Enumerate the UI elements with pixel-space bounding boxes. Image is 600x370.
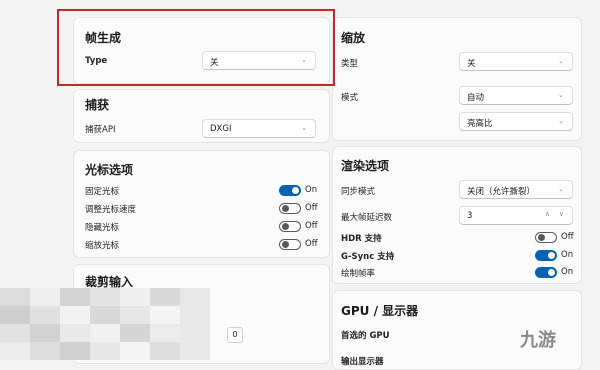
render-draw-label: 绘制帧率 (341, 269, 376, 279)
render-maxframes-label: 最大帧延迟数 (341, 213, 393, 223)
scaling-mode-value-2: 亮高比 (467, 119, 493, 129)
highlight-frame (57, 9, 335, 86)
capture-api-label: 捕获API (85, 125, 116, 135)
render-maxframes-value: 3 (467, 211, 473, 221)
cursor-item-label: 调整光标速度 (85, 205, 137, 215)
scaling-type-label: 类型 (341, 59, 359, 69)
capture-card: 捕获 捕获API DXGI ⌄ (73, 89, 330, 143)
render-gsync-label: G-Sync 支持 (341, 252, 395, 262)
toggle-knob (282, 223, 289, 230)
gpu-title: GPU / 显示器 (341, 304, 419, 318)
scaling-type-value: 关 (467, 59, 476, 69)
scaling-mode-select[interactable]: 自动 ⌄ (459, 86, 573, 105)
scaling-mode-label: 模式 (341, 93, 359, 103)
chevron-down-icon: ⌄ (558, 185, 564, 193)
capture-title: 捕获 (85, 98, 110, 112)
toggle-knob (292, 187, 299, 194)
render-hdr-toggle[interactable] (535, 232, 557, 243)
scaling-mode-value: 自动 (467, 93, 485, 103)
render-title: 渲染选项 (341, 159, 390, 173)
scaling-mode-select-2[interactable]: 亮高比 ⌄ (459, 112, 573, 131)
render-hdr-state: Off (561, 232, 574, 242)
cursor-card: 光标选项 固定光标 On 调整光标速度 Off 隐藏光标 Off 缩放光标 Of… (73, 150, 330, 258)
spin-up-icon[interactable]: ∧ (545, 210, 550, 218)
render-gsync-state: On (561, 250, 574, 260)
render-vsync-value: 关闭（允许撕裂） (467, 187, 536, 197)
toggle-knob (548, 269, 555, 276)
cursor-toggle-speed[interactable] (279, 203, 301, 214)
chevron-down-icon: ⌄ (558, 57, 564, 65)
crop-input-2[interactable]: 0 (227, 327, 243, 343)
scaling-type-select[interactable]: 关 ⌄ (459, 52, 573, 71)
cursor-toggle-state: Off (305, 239, 318, 249)
cursor-toggle-state: Off (305, 221, 318, 231)
gpu-output-label: 输出显示器 (341, 357, 384, 367)
render-hdr-label: HDR 支持 (341, 234, 382, 244)
render-draw-state: On (561, 267, 574, 277)
scaling-title: 缩放 (341, 31, 366, 45)
toggle-knob (538, 234, 545, 241)
render-gsync-toggle[interactable] (535, 250, 557, 261)
capture-api-value: DXGI (210, 124, 232, 134)
cursor-item-label: 隐藏光标 (85, 223, 120, 233)
render-maxframes-input[interactable]: 3 ∧ ∨ (459, 206, 573, 225)
render-vsync-select[interactable]: 关闭（允许撕裂） ⌄ (459, 180, 573, 199)
cursor-item-label: 缩放光标 (85, 241, 120, 251)
toggle-knob (282, 205, 289, 212)
scaling-card: 缩放 类型 关 ⌄ 模式 自动 ⌄ 亮高比 ⌄ (332, 17, 582, 141)
capture-api-select[interactable]: DXGI ⌄ (202, 119, 316, 138)
cursor-toggle-hide[interactable] (279, 221, 301, 232)
chevron-down-icon: ⌄ (558, 117, 564, 125)
gpu-preferred-label: 首选的 GPU (341, 331, 390, 341)
cursor-toggle-fixed[interactable] (279, 185, 301, 196)
render-card: 渲染选项 同步模式 关闭（允许撕裂） ⌄ 最大帧延迟数 3 ∧ ∨ HDR 支持… (332, 146, 582, 284)
cursor-title: 光标选项 (85, 163, 134, 177)
cursor-item-label: 固定光标 (85, 187, 120, 197)
chevron-down-icon: ⌄ (301, 124, 307, 132)
cursor-toggle-scale[interactable] (279, 239, 301, 250)
spin-down-icon[interactable]: ∨ (559, 210, 564, 218)
chevron-down-icon: ⌄ (558, 91, 564, 99)
render-vsync-label: 同步模式 (341, 187, 376, 197)
toggle-knob (282, 241, 289, 248)
watermark-logo: 九游 (520, 330, 556, 351)
render-draw-toggle[interactable] (535, 267, 557, 278)
cursor-toggle-state: On (305, 185, 318, 195)
pixelated-mosaic (0, 288, 210, 360)
cursor-toggle-state: Off (305, 203, 318, 213)
toggle-knob (548, 252, 555, 259)
